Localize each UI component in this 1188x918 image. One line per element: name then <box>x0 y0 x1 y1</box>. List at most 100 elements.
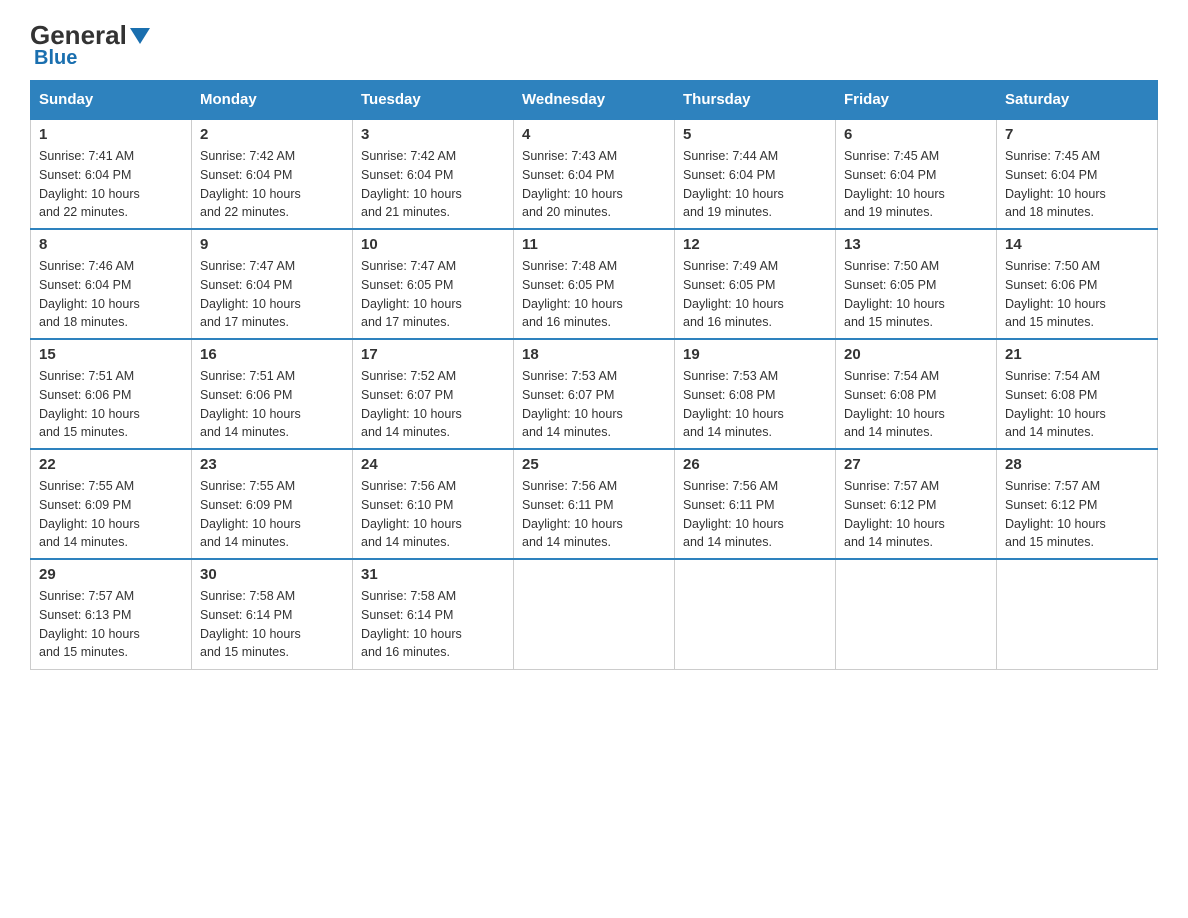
day-number: 17 <box>361 346 505 363</box>
calendar-cell: 3 Sunrise: 7:42 AMSunset: 6:04 PMDayligh… <box>353 119 514 229</box>
day-number: 6 <box>844 126 988 143</box>
day-number: 25 <box>522 456 666 473</box>
day-number: 8 <box>39 236 183 253</box>
page-header: General Blue <box>30 20 1158 70</box>
day-info: Sunrise: 7:57 AMSunset: 6:12 PMDaylight:… <box>1005 479 1106 549</box>
calendar-cell: 21 Sunrise: 7:54 AMSunset: 6:08 PMDaylig… <box>997 339 1158 449</box>
day-info: Sunrise: 7:53 AMSunset: 6:07 PMDaylight:… <box>522 369 623 439</box>
day-number: 3 <box>361 126 505 143</box>
day-info: Sunrise: 7:45 AMSunset: 6:04 PMDaylight:… <box>1005 149 1106 219</box>
calendar-week-row: 22 Sunrise: 7:55 AMSunset: 6:09 PMDaylig… <box>31 449 1158 559</box>
calendar-cell: 20 Sunrise: 7:54 AMSunset: 6:08 PMDaylig… <box>836 339 997 449</box>
calendar-cell: 13 Sunrise: 7:50 AMSunset: 6:05 PMDaylig… <box>836 229 997 339</box>
day-info: Sunrise: 7:41 AMSunset: 6:04 PMDaylight:… <box>39 149 140 219</box>
calendar-cell: 12 Sunrise: 7:49 AMSunset: 6:05 PMDaylig… <box>675 229 836 339</box>
day-info: Sunrise: 7:50 AMSunset: 6:06 PMDaylight:… <box>1005 259 1106 329</box>
calendar-cell: 28 Sunrise: 7:57 AMSunset: 6:12 PMDaylig… <box>997 449 1158 559</box>
day-info: Sunrise: 7:47 AMSunset: 6:04 PMDaylight:… <box>200 259 301 329</box>
day-number: 2 <box>200 126 344 143</box>
day-info: Sunrise: 7:46 AMSunset: 6:04 PMDaylight:… <box>39 259 140 329</box>
day-number: 20 <box>844 346 988 363</box>
calendar-table: SundayMondayTuesdayWednesdayThursdayFrid… <box>30 80 1158 670</box>
calendar-cell: 31 Sunrise: 7:58 AMSunset: 6:14 PMDaylig… <box>353 559 514 669</box>
calendar-cell: 15 Sunrise: 7:51 AMSunset: 6:06 PMDaylig… <box>31 339 192 449</box>
calendar-cell: 16 Sunrise: 7:51 AMSunset: 6:06 PMDaylig… <box>192 339 353 449</box>
calendar-cell: 19 Sunrise: 7:53 AMSunset: 6:08 PMDaylig… <box>675 339 836 449</box>
day-number: 27 <box>844 456 988 473</box>
calendar-cell <box>997 559 1158 669</box>
day-number: 12 <box>683 236 827 253</box>
day-number: 10 <box>361 236 505 253</box>
day-info: Sunrise: 7:50 AMSunset: 6:05 PMDaylight:… <box>844 259 945 329</box>
day-info: Sunrise: 7:56 AMSunset: 6:11 PMDaylight:… <box>683 479 784 549</box>
day-info: Sunrise: 7:55 AMSunset: 6:09 PMDaylight:… <box>200 479 301 549</box>
day-info: Sunrise: 7:49 AMSunset: 6:05 PMDaylight:… <box>683 259 784 329</box>
day-number: 9 <box>200 236 344 253</box>
logo-triangle-icon <box>130 28 150 44</box>
calendar-header-row: SundayMondayTuesdayWednesdayThursdayFrid… <box>31 81 1158 120</box>
day-info: Sunrise: 7:43 AMSunset: 6:04 PMDaylight:… <box>522 149 623 219</box>
calendar-cell <box>836 559 997 669</box>
col-header-sunday: Sunday <box>31 81 192 120</box>
col-header-tuesday: Tuesday <box>353 81 514 120</box>
calendar-cell: 2 Sunrise: 7:42 AMSunset: 6:04 PMDayligh… <box>192 119 353 229</box>
day-info: Sunrise: 7:54 AMSunset: 6:08 PMDaylight:… <box>844 369 945 439</box>
calendar-cell: 25 Sunrise: 7:56 AMSunset: 6:11 PMDaylig… <box>514 449 675 559</box>
day-number: 4 <box>522 126 666 143</box>
day-info: Sunrise: 7:57 AMSunset: 6:12 PMDaylight:… <box>844 479 945 549</box>
calendar-week-row: 29 Sunrise: 7:57 AMSunset: 6:13 PMDaylig… <box>31 559 1158 669</box>
col-header-saturday: Saturday <box>997 81 1158 120</box>
calendar-cell: 24 Sunrise: 7:56 AMSunset: 6:10 PMDaylig… <box>353 449 514 559</box>
day-info: Sunrise: 7:54 AMSunset: 6:08 PMDaylight:… <box>1005 369 1106 439</box>
day-info: Sunrise: 7:57 AMSunset: 6:13 PMDaylight:… <box>39 589 140 659</box>
day-number: 31 <box>361 566 505 583</box>
day-info: Sunrise: 7:51 AMSunset: 6:06 PMDaylight:… <box>39 369 140 439</box>
day-info: Sunrise: 7:48 AMSunset: 6:05 PMDaylight:… <box>522 259 623 329</box>
day-info: Sunrise: 7:56 AMSunset: 6:10 PMDaylight:… <box>361 479 462 549</box>
col-header-monday: Monday <box>192 81 353 120</box>
day-number: 21 <box>1005 346 1149 363</box>
calendar-cell: 26 Sunrise: 7:56 AMSunset: 6:11 PMDaylig… <box>675 449 836 559</box>
calendar-cell: 7 Sunrise: 7:45 AMSunset: 6:04 PMDayligh… <box>997 119 1158 229</box>
day-number: 24 <box>361 456 505 473</box>
calendar-cell: 22 Sunrise: 7:55 AMSunset: 6:09 PMDaylig… <box>31 449 192 559</box>
calendar-week-row: 8 Sunrise: 7:46 AMSunset: 6:04 PMDayligh… <box>31 229 1158 339</box>
day-info: Sunrise: 7:55 AMSunset: 6:09 PMDaylight:… <box>39 479 140 549</box>
day-number: 22 <box>39 456 183 473</box>
day-info: Sunrise: 7:47 AMSunset: 6:05 PMDaylight:… <box>361 259 462 329</box>
day-number: 28 <box>1005 456 1149 473</box>
calendar-cell <box>675 559 836 669</box>
day-info: Sunrise: 7:42 AMSunset: 6:04 PMDaylight:… <box>361 149 462 219</box>
day-number: 29 <box>39 566 183 583</box>
col-header-thursday: Thursday <box>675 81 836 120</box>
calendar-week-row: 1 Sunrise: 7:41 AMSunset: 6:04 PMDayligh… <box>31 119 1158 229</box>
day-number: 18 <box>522 346 666 363</box>
calendar-cell <box>514 559 675 669</box>
day-info: Sunrise: 7:44 AMSunset: 6:04 PMDaylight:… <box>683 149 784 219</box>
day-number: 1 <box>39 126 183 143</box>
calendar-cell: 14 Sunrise: 7:50 AMSunset: 6:06 PMDaylig… <box>997 229 1158 339</box>
calendar-cell: 30 Sunrise: 7:58 AMSunset: 6:14 PMDaylig… <box>192 559 353 669</box>
calendar-cell: 1 Sunrise: 7:41 AMSunset: 6:04 PMDayligh… <box>31 119 192 229</box>
col-header-wednesday: Wednesday <box>514 81 675 120</box>
calendar-cell: 18 Sunrise: 7:53 AMSunset: 6:07 PMDaylig… <box>514 339 675 449</box>
calendar-cell: 6 Sunrise: 7:45 AMSunset: 6:04 PMDayligh… <box>836 119 997 229</box>
day-info: Sunrise: 7:58 AMSunset: 6:14 PMDaylight:… <box>200 589 301 659</box>
calendar-cell: 29 Sunrise: 7:57 AMSunset: 6:13 PMDaylig… <box>31 559 192 669</box>
day-number: 13 <box>844 236 988 253</box>
day-number: 26 <box>683 456 827 473</box>
day-number: 15 <box>39 346 183 363</box>
calendar-cell: 10 Sunrise: 7:47 AMSunset: 6:05 PMDaylig… <box>353 229 514 339</box>
day-info: Sunrise: 7:51 AMSunset: 6:06 PMDaylight:… <box>200 369 301 439</box>
logo: General Blue <box>30 20 153 70</box>
calendar-cell: 23 Sunrise: 7:55 AMSunset: 6:09 PMDaylig… <box>192 449 353 559</box>
calendar-cell: 9 Sunrise: 7:47 AMSunset: 6:04 PMDayligh… <box>192 229 353 339</box>
calendar-cell: 4 Sunrise: 7:43 AMSunset: 6:04 PMDayligh… <box>514 119 675 229</box>
calendar-cell: 17 Sunrise: 7:52 AMSunset: 6:07 PMDaylig… <box>353 339 514 449</box>
calendar-cell: 11 Sunrise: 7:48 AMSunset: 6:05 PMDaylig… <box>514 229 675 339</box>
day-number: 7 <box>1005 126 1149 143</box>
calendar-week-row: 15 Sunrise: 7:51 AMSunset: 6:06 PMDaylig… <box>31 339 1158 449</box>
day-number: 11 <box>522 236 666 253</box>
day-number: 5 <box>683 126 827 143</box>
col-header-friday: Friday <box>836 81 997 120</box>
